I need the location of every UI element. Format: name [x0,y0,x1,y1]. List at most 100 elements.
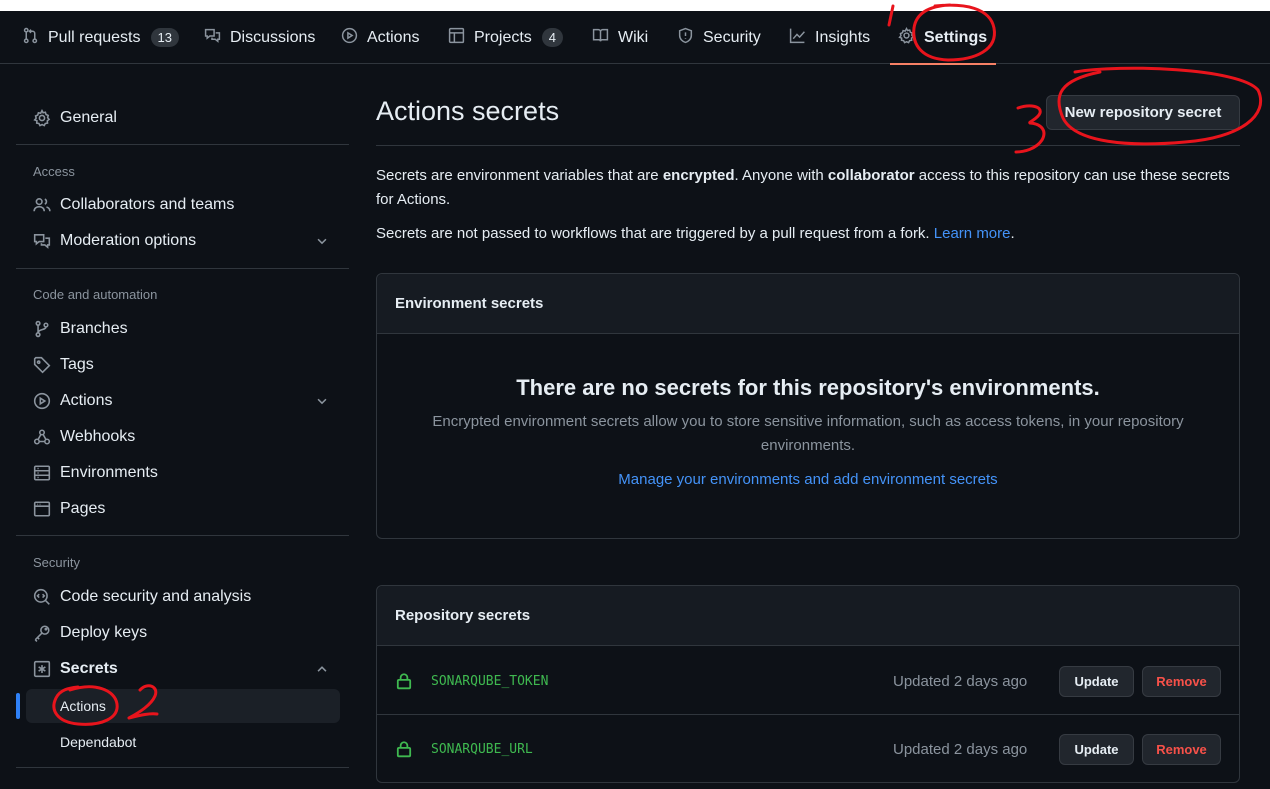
secret-name: SONARQUBE_TOKEN [431,673,549,689]
chevron-down-icon [315,234,329,248]
tab-label: Actions [367,28,420,46]
blankslate-description: Encrypted environment secrets allow you … [432,413,1184,454]
window-top-strip [0,0,1270,11]
sidebar-divider [16,767,349,768]
secrets-description: Secrets are environment variables that a… [376,164,1240,212]
comment-discussion-icon [204,27,221,49]
sidebar-item-tags[interactable]: Tags [16,349,349,381]
sidebar-divider [16,535,349,536]
environment-secrets-box: Environment secrets There are no secrets… [376,273,1240,539]
sidebar-divider [16,144,349,145]
sidebar-item-label: Actions [60,698,106,714]
update-button[interactable]: Update [1059,665,1134,697]
active-indicator [16,693,20,719]
lock-icon [395,672,413,690]
sidebar-item-label: Webhooks [60,428,136,445]
secret-row: SONARQUBE_URL Updated 2 days ago Update … [377,715,1239,783]
tab-projects[interactable]: Projects 4 [448,11,564,64]
desc-emphasis: encrypted [662,167,735,184]
sidebar-item-webhooks[interactable]: Webhooks [16,421,349,453]
play-icon [33,392,51,410]
sidebar-item-label: Branches [60,320,128,337]
tab-label: Discussions [230,28,316,46]
tab-counter: 4 [541,28,564,47]
sidebar-item-environments[interactable]: Environments [16,457,349,489]
sidebar-item-collaborators[interactable]: Collaborators and teams [16,189,349,221]
sidebar-section-heading: Code and automation [33,287,158,302]
table-icon [448,27,465,49]
sidebar-item-actions[interactable]: Actions [16,385,349,417]
sidebar-subitem-dependabot[interactable]: Dependabot [26,725,340,759]
desc-emphasis: collaborator [827,167,915,184]
repository-secrets-box: Repository secrets SONARQUBE_TOKEN Updat… [376,585,1240,783]
sidebar-item-general[interactable]: General [16,102,349,134]
tab-insights[interactable]: Insights [789,11,870,64]
git-pull-request-icon [22,27,39,49]
sidebar-item-label: Pages [60,500,106,517]
book-icon [592,27,609,49]
sidebar-item-branches[interactable]: Branches [16,313,349,345]
sidebar-item-deploy-keys[interactable]: Deploy keys [16,617,349,649]
people-icon [33,196,51,214]
title-divider [376,145,1240,146]
sidebar-item-code-security[interactable]: Code security and analysis [16,581,349,613]
repo-nav: Pull requests 13 Discussions Actions Pro… [0,11,1270,65]
play-icon [341,27,358,49]
blankslate-title: There are no secrets for this repository… [516,375,1100,400]
page-title: Actions secrets [376,96,560,126]
sidebar-section-heading: Security [33,555,80,570]
box-header: Environment secrets [377,274,1239,334]
sidebar-item-label: Actions [60,392,113,409]
tab-settings[interactable]: Settings [890,11,997,65]
comment-discussion-icon [33,232,51,250]
annotation-number-3: 3 [1018,129,1019,131]
sidebar-item-secrets[interactable]: Secrets [16,653,349,685]
desc-text: . Anyone with [734,167,828,184]
webhook-icon [33,428,51,446]
remove-button[interactable]: Remove [1142,733,1221,765]
lock-icon [395,740,413,758]
desc-text: Secrets are not passed to workflows that… [376,225,934,242]
browser-icon [33,500,51,518]
sidebar-item-pages[interactable]: Pages [16,493,349,525]
sidebar-item-moderation[interactable]: Moderation options [16,225,349,257]
tab-discussions[interactable]: Discussions [204,11,315,64]
tab-wiki[interactable]: Wiki [592,11,648,64]
tab-label: Settings [924,28,988,46]
learn-more-link[interactable]: Learn more [934,225,1011,242]
sidebar-item-label: Dependabot [60,734,137,750]
sidebar-item-label: Environments [60,464,158,481]
tab-label: Security [703,28,761,46]
shield-icon [677,27,694,49]
sidebar-item-label: Tags [60,356,94,373]
new-repository-secret-button[interactable]: New repository secret [1046,95,1240,130]
secret-row: SONARQUBE_TOKEN Updated 2 days ago Updat… [377,647,1239,715]
key-icon [33,624,51,642]
sidebar-item-label: Collaborators and teams [60,196,235,213]
tab-label: Wiki [618,28,649,46]
update-button[interactable]: Update [1059,733,1134,765]
gear-icon [33,109,51,127]
gear-icon [898,26,915,49]
tab-counter: 13 [150,28,179,47]
tag-icon [33,356,51,374]
tab-actions[interactable]: Actions [341,11,419,64]
sidebar-section-heading: Access [33,164,75,179]
tab-label: Projects [474,28,532,46]
desc-text: Secrets are environment variables that a… [376,167,663,184]
sidebar-subitem-actions[interactable]: Actions [26,689,340,723]
tab-pull-requests[interactable]: Pull requests 13 [22,11,179,64]
sidebar-item-label: General [60,109,117,126]
secret-name: SONARQUBE_URL [431,741,533,757]
remove-button[interactable]: Remove [1142,665,1221,697]
desc-text: . [1010,225,1015,242]
tab-label: Pull requests [48,28,141,46]
server-icon [33,464,51,482]
chevron-down-icon [315,394,329,408]
box-header: Repository secrets [377,586,1239,646]
manage-environments-link[interactable]: Manage your environments and add environ… [377,471,1239,488]
tab-security[interactable]: Security [677,11,761,64]
graph-icon [789,27,806,49]
sidebar-item-label: Secrets [60,660,118,677]
selected-tab-underline [890,63,997,65]
